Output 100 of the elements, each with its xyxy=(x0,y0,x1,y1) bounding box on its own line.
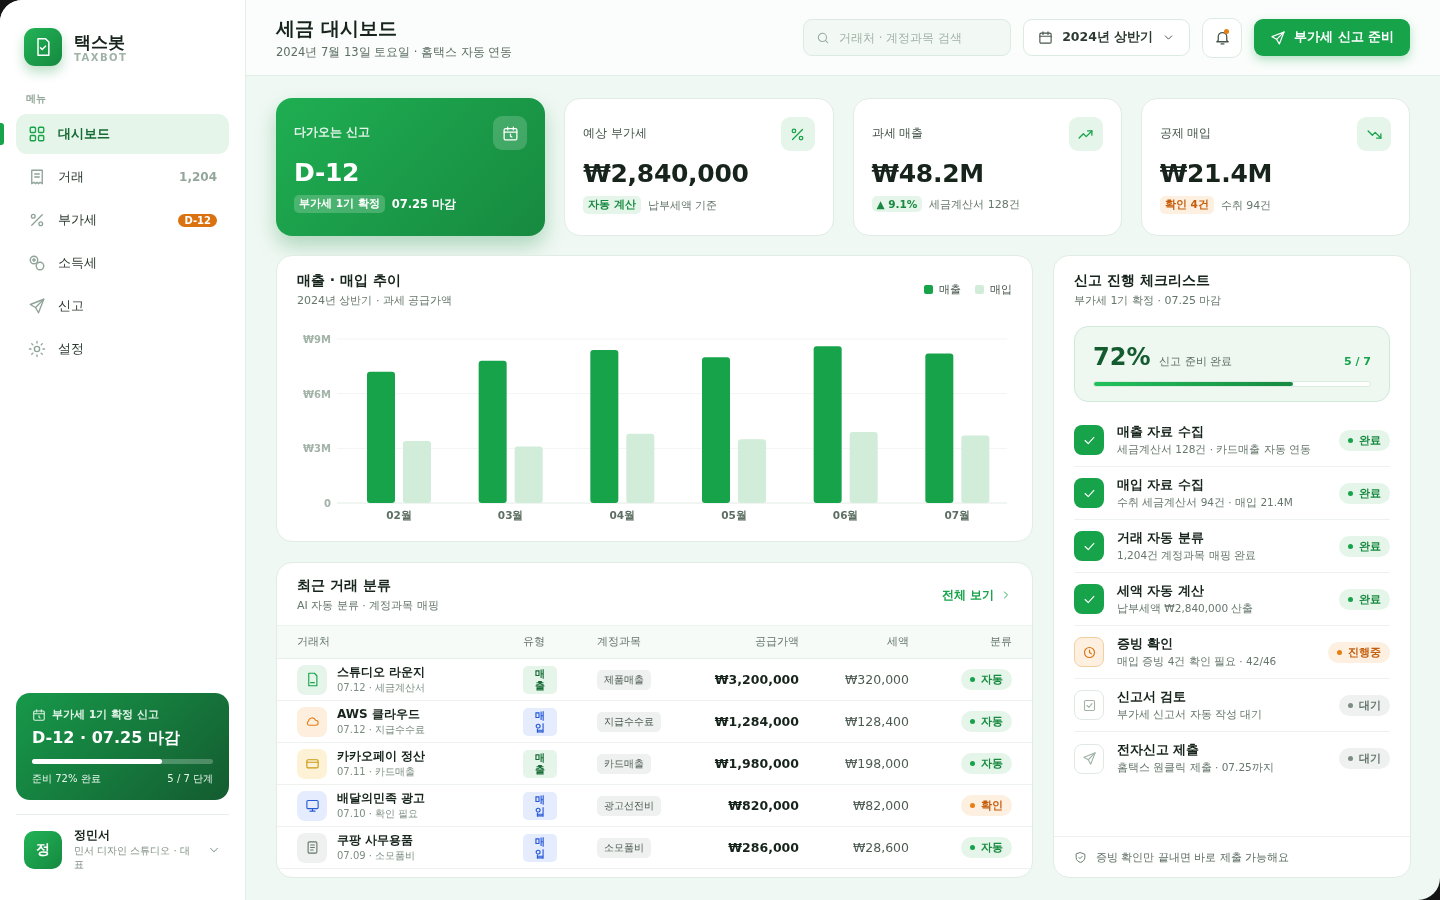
deadline-badge: D-12 xyxy=(178,213,217,227)
step-detail: 부가세 신고서 자동 작성 대기 xyxy=(1117,707,1264,722)
legend-label: 매입 xyxy=(990,282,1012,297)
bell-icon xyxy=(1213,29,1231,46)
card-subtitle: 부가세 1기 확정 · 07.25 마감 xyxy=(1074,293,1223,308)
bar xyxy=(738,439,766,503)
period-dropdown[interactable]: 2024년 상반기 xyxy=(1023,19,1191,56)
send-icon xyxy=(1081,751,1097,766)
sidebar-item[interactable]: 신고 xyxy=(16,286,229,326)
table-cell-text: ₩320,000 xyxy=(843,672,909,687)
grid-icon xyxy=(28,125,46,143)
type-tag: 매출 xyxy=(523,749,557,778)
page-title: 세금 대시보드 xyxy=(276,15,398,41)
vendor-name: 배달의민족 광고 xyxy=(337,790,426,807)
stat-note: 세금계산서 128건 xyxy=(929,196,1020,212)
axis-category-label: 05월 xyxy=(721,509,747,521)
account-tag: 소모품비 xyxy=(597,837,651,858)
stat-tag: ▲ 9.1% xyxy=(871,196,923,212)
stat-label: 과세 매출 xyxy=(871,126,924,141)
sidebar-item[interactable]: 거래 1,204 xyxy=(16,157,229,197)
axis-tick-label: ₩6M xyxy=(303,388,331,400)
vendor-name: 카카오페이 정산 xyxy=(337,748,426,765)
table-cell-text: ₩1,284,000 xyxy=(713,714,799,729)
calendar-icon xyxy=(32,707,46,722)
step-detail: 수취 세금계산서 94건 · 매입 21.4M xyxy=(1117,495,1294,510)
account-tag: 광고선전비 xyxy=(597,795,661,816)
status-pill: 완료 xyxy=(1339,535,1390,557)
status-pill: 자동 xyxy=(961,711,1012,732)
calendar-icon xyxy=(1038,30,1054,45)
deadline-title: 부가세 1기 확정 신고 xyxy=(52,707,160,722)
user-menu[interactable]: 정 정민서 민서 디자인 스튜디오 · 대표 xyxy=(16,814,229,872)
checkbox-icon xyxy=(1081,697,1097,713)
table-cell-text: ₩82,000 xyxy=(851,798,909,813)
stat-tag: 확인 4건 xyxy=(1159,196,1214,214)
brand-name: 택스봇 xyxy=(74,31,126,52)
sidebar-item[interactable]: 설정 xyxy=(16,329,229,369)
type-tag: 매출 xyxy=(523,665,557,694)
percent-icon xyxy=(780,117,815,151)
table-cell-text: ₩198,000 xyxy=(843,756,909,771)
shield-check-icon xyxy=(1074,850,1087,864)
step-title: 전자신고 제출 xyxy=(1117,742,1201,759)
search-field[interactable]: 거래처 · 계정과목 검색 xyxy=(803,19,1012,56)
step-title: 세액 자동 계산 xyxy=(1117,582,1205,600)
progress-percent: 72% xyxy=(1093,343,1151,371)
bar xyxy=(961,435,990,503)
cloud-icon xyxy=(304,714,320,729)
axis-tick-label: ₩3M xyxy=(303,443,331,455)
status-pill: 대기 xyxy=(1339,748,1390,769)
notification-button[interactable] xyxy=(1202,17,1243,58)
table-cell-text: ₩28,600 xyxy=(851,840,909,855)
column-header: 거래처 xyxy=(297,635,331,649)
axis-category-label: 02월 xyxy=(386,509,412,521)
axis-category-label: 03월 xyxy=(497,509,524,521)
step-count: 5 / 7 xyxy=(1344,355,1371,368)
legend-label: 매출 xyxy=(939,282,961,297)
card-icon xyxy=(304,756,320,771)
status-pill: 진행중 xyxy=(1328,641,1390,663)
progress-label: 준비 72% 완료 xyxy=(32,772,101,786)
step-detail: 홈택스 원클릭 제출 · 07.25까지 xyxy=(1117,761,1275,775)
stat-value: ₩21.4M xyxy=(1159,159,1274,188)
section-label: 메뉴 xyxy=(25,92,47,106)
status-pill: 완료 xyxy=(1339,429,1390,451)
calendar-icon xyxy=(493,116,528,150)
settings-icon xyxy=(28,340,46,358)
step-detail: 세금계산서 128건 · 카드매출 자동 연동 xyxy=(1117,442,1313,457)
bar xyxy=(514,446,543,503)
stat-value: ₩2,840,000 xyxy=(583,159,750,188)
step-title: 증빙 확인 xyxy=(1117,635,1175,653)
stat-value: D-12 xyxy=(294,158,361,187)
stat-label: 다가오는 신고 xyxy=(294,125,370,140)
table-cell-text: ₩820,000 xyxy=(727,798,799,813)
step-title: 매출 자료 수집 xyxy=(1117,423,1205,441)
type-tag: 매입 xyxy=(523,707,557,736)
axis-tick-label: ₩9M xyxy=(303,334,331,345)
vendor-name: 스튜디오 라운지 xyxy=(337,664,426,681)
trend-up-icon xyxy=(1068,117,1103,151)
vendor-detail: 07.10 · 확인 필요 xyxy=(337,807,420,821)
sidebar-item[interactable]: 소득세 xyxy=(16,243,229,283)
account-tag: 카드매출 xyxy=(597,753,651,774)
status-pill: 대기 xyxy=(1339,694,1390,716)
axis-category-label: 04월 xyxy=(609,509,636,521)
status-pill: 자동 xyxy=(961,753,1012,774)
stat-tag: 자동 계산 xyxy=(583,196,641,214)
status-pill: 완료 xyxy=(1339,482,1390,504)
receipt-icon xyxy=(28,168,46,186)
stat-tag: 부가세 1기 확정 xyxy=(294,195,385,213)
status-pill: 자동 xyxy=(961,837,1012,858)
send-icon xyxy=(28,297,46,315)
user-role: 민서 디자인 스튜디오 · 대표 xyxy=(74,844,191,872)
column-header: 공급가액 xyxy=(754,635,799,649)
status-pill: 완료 xyxy=(1339,588,1390,610)
sidebar-item[interactable]: 부가세 D-12 xyxy=(16,200,229,240)
stat-label: 공제 매입 xyxy=(1159,126,1212,141)
coins-icon xyxy=(28,254,46,272)
stat-note: 납부세액 기준 xyxy=(647,197,718,213)
send-icon xyxy=(1270,29,1287,46)
step-title: 매입 자료 수집 xyxy=(1117,476,1205,494)
card-subtitle: 2024년 상반기 · 과세 공급가액 xyxy=(297,293,453,308)
column-header: 분류 xyxy=(989,635,1012,649)
user-avatar: 정 xyxy=(24,830,62,869)
